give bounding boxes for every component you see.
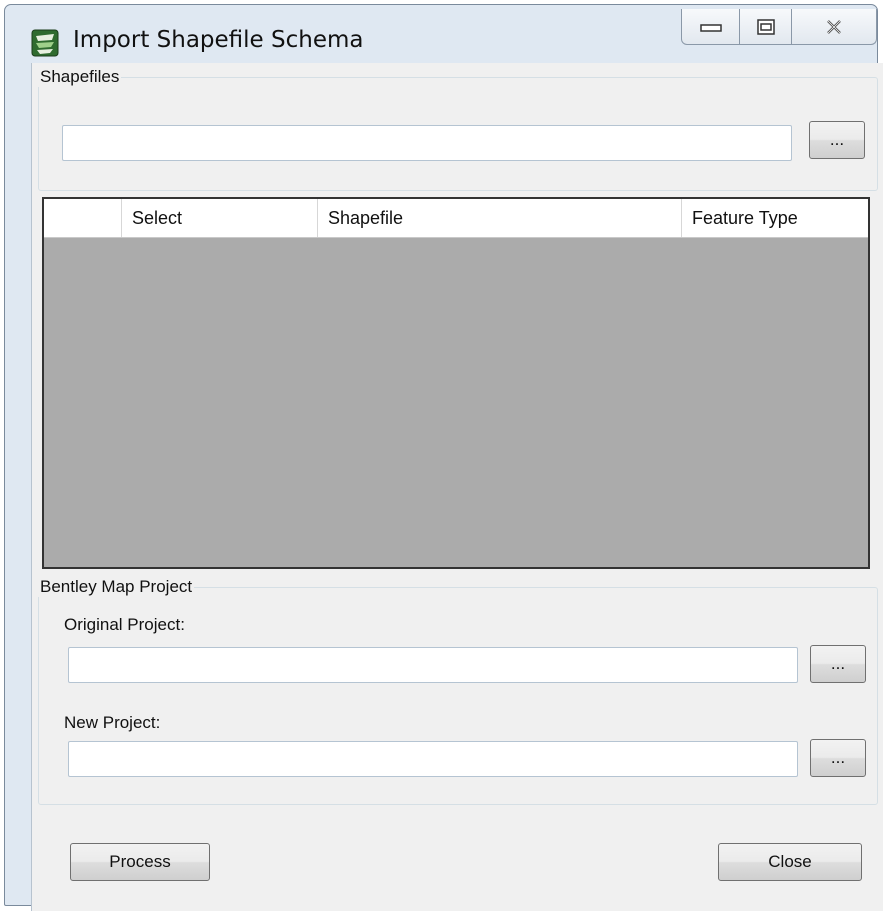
grid-column-select[interactable]: Select xyxy=(122,199,318,237)
shapefiles-group-label: Shapefiles xyxy=(38,67,122,87)
restore-icon xyxy=(756,18,775,35)
window-controls xyxy=(681,9,877,45)
grid-header: Select Shapefile Feature Type xyxy=(44,199,868,238)
original-project-browse-button[interactable]: ... xyxy=(810,645,866,683)
title-bar[interactable]: Import Shapefile Schema xyxy=(5,5,877,65)
dialog-client-area: Shapefiles ... Select Shapefile Feature … xyxy=(31,63,883,911)
close-button[interactable]: Close xyxy=(718,843,862,881)
minimize-icon xyxy=(699,23,722,32)
new-project-input[interactable] xyxy=(68,741,798,777)
close-icon xyxy=(827,19,841,34)
original-project-input[interactable] xyxy=(68,647,798,683)
dialog-window: Import Shapefile Schema Shapefiles ... S… xyxy=(4,4,883,911)
minimize-button[interactable] xyxy=(682,9,740,44)
grid-row-header-column[interactable] xyxy=(44,199,122,237)
new-project-browse-button[interactable]: ... xyxy=(810,739,866,777)
grid-column-shapefile[interactable]: Shapefile xyxy=(318,199,682,237)
shapefile-grid[interactable]: Select Shapefile Feature Type xyxy=(42,197,870,569)
window-title: Import Shapefile Schema xyxy=(73,27,364,53)
shapefile-path-input[interactable] xyxy=(62,125,792,161)
new-project-label: New Project: xyxy=(64,713,161,732)
original-project-label: Original Project: xyxy=(64,615,185,634)
close-window-button[interactable] xyxy=(792,9,876,44)
grid-column-feature-type[interactable]: Feature Type xyxy=(682,199,868,237)
process-button[interactable]: Process xyxy=(70,843,210,881)
shapefile-app-icon xyxy=(31,29,59,57)
project-group-label: Bentley Map Project xyxy=(38,577,195,597)
restore-button[interactable] xyxy=(740,9,792,44)
shapefile-browse-button[interactable]: ... xyxy=(809,121,865,159)
